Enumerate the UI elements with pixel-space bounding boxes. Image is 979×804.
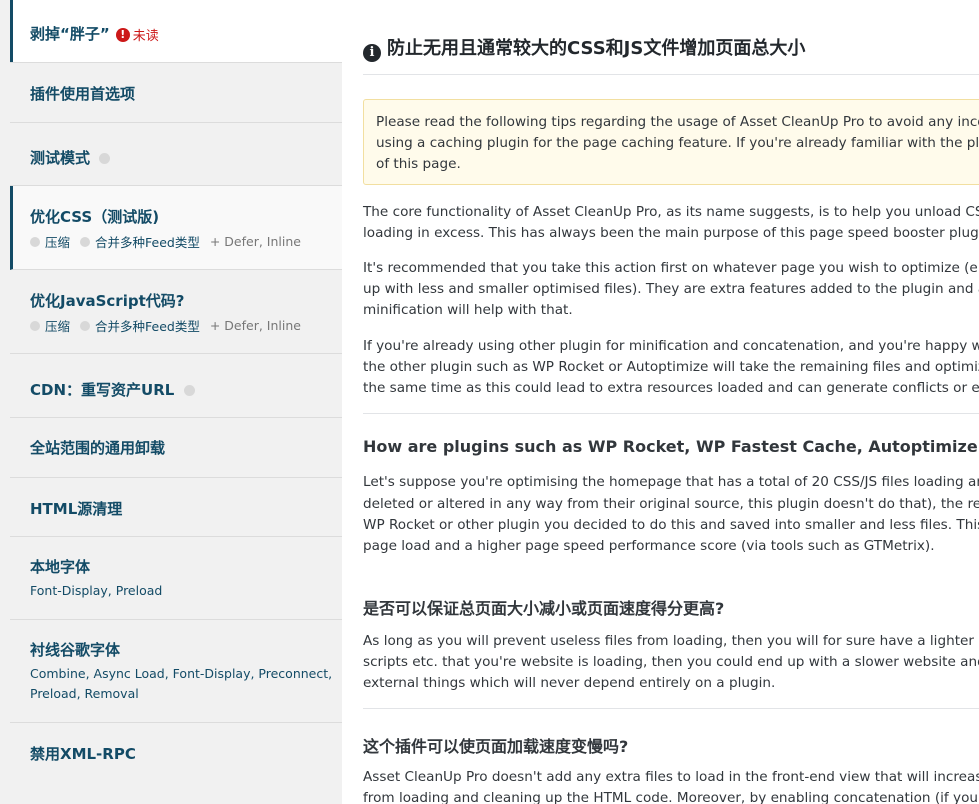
sidebar-item-sub: Combine, Async Load, Font-Display, Preco… bbox=[30, 666, 333, 681]
status-dot-icon bbox=[183, 385, 195, 396]
status-dot-icon bbox=[80, 236, 91, 247]
status-dot-icon bbox=[30, 236, 40, 247]
sidebar-item-optimize-js[interactable]: 优化JavaScript代码? 压缩 合并多种Feed类型 + Defer, Inl… bbox=[10, 270, 342, 354]
sidebar-item-label: 优化JavaScript代码? bbox=[30, 292, 185, 310]
sidebar-item-label: 测试模式 bbox=[30, 149, 91, 167]
sidebar-item-label: 插件使用首选项 bbox=[30, 85, 136, 103]
divider bbox=[363, 74, 979, 75]
paragraph-text: page load and a higher page speed perfor… bbox=[363, 538, 935, 554]
tip-text: of this page. bbox=[376, 156, 461, 172]
paragraph-text: from loading and cleaning up the HTML co… bbox=[363, 790, 979, 804]
alert-icon: ! bbox=[115, 27, 130, 42]
sidebar-item-test-mode[interactable]: 测试模式 bbox=[10, 123, 342, 186]
sidebar-item-local-fonts[interactable]: 本地字体 Font-Display, Preload bbox=[10, 537, 342, 620]
section-heading: 这个插件可以使页面加载速度变慢吗? bbox=[363, 737, 629, 756]
sidebar-item-label: HTML源清理 bbox=[30, 500, 123, 518]
tip-text: using a caching plugin for the page cach… bbox=[376, 135, 979, 151]
tip-text: Please read the following tips regarding… bbox=[376, 114, 979, 130]
page-title-text: 防止无用且通常较大的CSS和JS文件增加页面总大小 bbox=[387, 38, 806, 59]
tip-notice: Please read the following tips regarding… bbox=[363, 99, 979, 185]
option-combine: 合并多种Feed类型 bbox=[95, 319, 200, 334]
paragraph-text: If you're already using other plugin for… bbox=[363, 338, 979, 354]
status-dot-icon bbox=[30, 320, 40, 331]
sidebar-item-optimize-css[interactable]: 优化CSS（测试版) 压缩 合并多种Feed类型 + Defer, Inline bbox=[10, 186, 342, 270]
sidebar-item-label: 本地字体 bbox=[30, 558, 91, 576]
paragraph-text: the same time as this could lead to extr… bbox=[363, 380, 979, 396]
sidebar-item-html-cleanup[interactable]: HTML源清理 bbox=[10, 478, 342, 537]
sidebar-item-label: 优化CSS（测试版) bbox=[30, 208, 160, 226]
paragraph-text: scripts etc. that you're website is load… bbox=[363, 654, 979, 670]
option-extra: + Defer, Inline bbox=[209, 234, 301, 249]
paragraph-text: the other plugin such as WP Rocket or Au… bbox=[363, 359, 979, 375]
paragraph-text: Asset CleanUp Pro doesn't add any extra … bbox=[363, 769, 979, 785]
paragraph-text: minification will help with that. bbox=[363, 302, 573, 318]
unread-badge: 未读 bbox=[132, 29, 159, 44]
divider bbox=[363, 413, 979, 414]
paragraph-text: external things which will never depend … bbox=[363, 675, 776, 691]
sidebar-item-plugin-preferences[interactable]: 插件使用首选项 bbox=[10, 63, 342, 123]
option-minify: 压缩 bbox=[45, 319, 71, 334]
option-combine: 合并多种Feed类型 bbox=[95, 235, 200, 250]
divider bbox=[363, 708, 979, 709]
section-heading: How are plugins such as WP Rocket, WP Fa… bbox=[363, 437, 979, 456]
sidebar-item-sub: Font-Display, Preload bbox=[30, 583, 163, 598]
section-heading: 是否可以保证总页面大小减小或页面速度得分更高? bbox=[363, 599, 725, 618]
sidebar-item-disable-xmlrpc[interactable]: 禁用XML-RPC bbox=[10, 723, 342, 804]
paragraph-text: It's recommended that you take this acti… bbox=[363, 260, 979, 276]
page-title: i 防止无用且通常较大的CSS和JS文件增加页面总大小 bbox=[363, 34, 805, 62]
sidebar-item-sub: Preload, Removal bbox=[30, 686, 139, 701]
sidebar-item-strip-fat[interactable]: 剥掉“胖子”! 未读 bbox=[10, 0, 342, 63]
sidebar-item-google-fonts[interactable]: 衬线谷歌字体 Combine, Async Load, Font-Display… bbox=[10, 620, 342, 723]
paragraph-text: Let's suppose you're optimising the home… bbox=[363, 474, 979, 490]
sidebar-item-cdn[interactable]: CDN：重写资产URL bbox=[10, 354, 342, 418]
option-minify: 压缩 bbox=[45, 235, 71, 250]
paragraph-text: WP Rocket or other plugin you decided to… bbox=[363, 517, 979, 533]
sidebar-item-label: 衬线谷歌字体 bbox=[30, 641, 121, 659]
paragraph-text: The core functionality of Asset CleanUp … bbox=[363, 204, 979, 220]
sidebar-item-site-wide-unload[interactable]: 全站范围的通用卸载 bbox=[10, 418, 342, 478]
paragraph-text: up with less and smaller optimised files… bbox=[363, 281, 979, 297]
info-icon: i bbox=[363, 44, 381, 62]
option-extra: + Defer, Inline bbox=[209, 318, 301, 333]
sidebar: 剥掉“胖子”! 未读 插件使用首选项 测试模式 优化CSS（测试版) 压缩合并多种… bbox=[0, 0, 342, 804]
paragraph-text: loading in excess. This has always been … bbox=[363, 225, 979, 241]
sidebar-item-label: 剥掉“胖子” bbox=[30, 25, 110, 43]
status-dot-icon bbox=[99, 153, 111, 164]
sidebar-item-label: CDN：重写资产URL bbox=[30, 381, 175, 399]
status-dot-icon bbox=[80, 320, 91, 331]
sidebar-item-label: 禁用XML-RPC bbox=[30, 745, 136, 763]
main-content: i 防止无用且通常较大的CSS和JS文件增加页面总大小 Please read t… bbox=[342, 0, 979, 804]
paragraph-text: deleted or altered in any way from their… bbox=[363, 496, 979, 512]
sidebar-item-label: 全站范围的通用卸载 bbox=[30, 439, 166, 457]
paragraph-text: As long as you will prevent useless file… bbox=[363, 633, 979, 649]
